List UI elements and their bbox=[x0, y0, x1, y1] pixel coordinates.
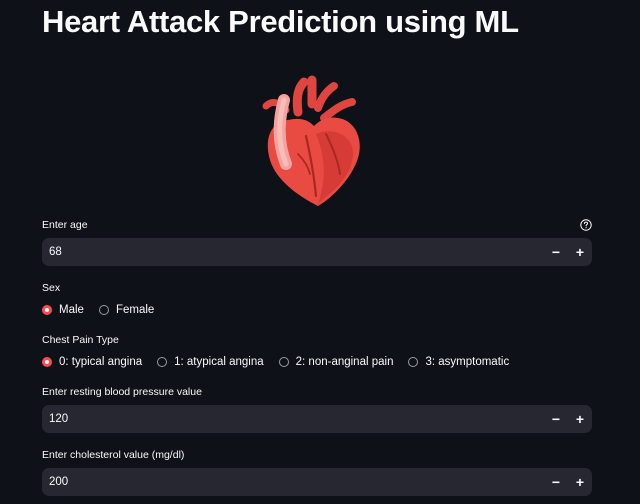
resting-bp-increment-button[interactable]: + bbox=[568, 405, 592, 433]
help-icon[interactable] bbox=[580, 218, 592, 231]
chest-pain-radio-group: 0: typical angina 1: atypical angina 2: … bbox=[42, 354, 524, 370]
anatomical-heart-icon bbox=[258, 74, 368, 210]
chest-pain-option-label: 1: atypical angina bbox=[174, 356, 264, 368]
cholesterol-input[interactable]: 200 − + bbox=[42, 468, 592, 496]
sex-option-label: Female bbox=[115, 304, 155, 316]
cholesterol-decrement-button[interactable]: − bbox=[544, 468, 568, 496]
cholesterol-value: 200 bbox=[49, 476, 69, 488]
chest-pain-option-label: 2: non-anginal pain bbox=[295, 356, 394, 368]
sex-option-label: Male bbox=[59, 304, 84, 316]
cholesterol-increment-button[interactable]: + bbox=[568, 468, 592, 496]
page-title: Heart Attack Prediction using ML bbox=[42, 4, 519, 39]
radio-selected-icon bbox=[42, 357, 52, 367]
resting-bp-value: 120 bbox=[49, 413, 69, 425]
radio-unselected-icon bbox=[408, 357, 419, 367]
sex-option-male[interactable]: Male bbox=[42, 303, 84, 317]
radio-unselected-icon bbox=[278, 357, 289, 367]
chest-pain-option-2[interactable]: 2: non-anginal pain bbox=[278, 355, 394, 369]
age-value: 68 bbox=[49, 246, 62, 258]
age-decrement-button[interactable]: − bbox=[544, 238, 568, 266]
radio-selected-icon bbox=[42, 305, 52, 315]
sex-label: Sex bbox=[42, 282, 61, 294]
age-input[interactable]: 68 − + bbox=[42, 238, 592, 266]
radio-unselected-icon bbox=[98, 305, 109, 315]
sex-radio-group: Male Female bbox=[42, 302, 169, 318]
resting-bp-input[interactable]: 120 − + bbox=[42, 405, 592, 433]
chest-pain-option-label: 0: typical angina bbox=[59, 356, 143, 368]
chest-pain-option-0[interactable]: 0: typical angina bbox=[42, 355, 142, 369]
sex-option-female[interactable]: Female bbox=[98, 303, 155, 317]
cholesterol-label: Enter cholesterol value (mg/dl) bbox=[42, 449, 185, 461]
radio-unselected-icon bbox=[157, 357, 168, 367]
chest-pain-label: Chest Pain Type bbox=[42, 334, 119, 346]
age-increment-button[interactable]: + bbox=[568, 238, 592, 266]
age-label: Enter age bbox=[42, 219, 88, 231]
resting-bp-label: Enter resting blood pressure value bbox=[42, 386, 202, 398]
app-page: Heart Attack Prediction using ML Enter a… bbox=[0, 0, 640, 504]
chest-pain-option-label: 3: asymptomatic bbox=[425, 356, 510, 368]
chest-pain-option-3[interactable]: 3: asymptomatic bbox=[408, 355, 509, 369]
resting-bp-decrement-button[interactable]: − bbox=[544, 405, 568, 433]
chest-pain-option-1[interactable]: 1: atypical angina bbox=[157, 355, 264, 369]
